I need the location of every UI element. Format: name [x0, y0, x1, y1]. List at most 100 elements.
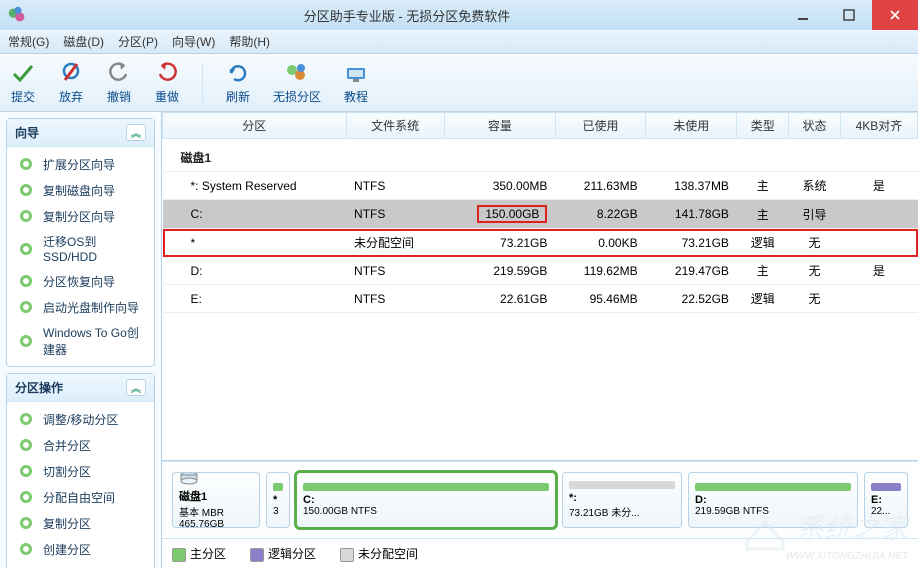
list-item-icon — [17, 410, 35, 428]
list-item-label: 切割分区 — [43, 463, 91, 480]
toolbar-check-button[interactable]: 提交 — [10, 60, 36, 105]
ops-panel-header[interactable]: 分区操作 ︽ — [7, 374, 154, 402]
partition-visual-box[interactable]: E:22... — [864, 472, 908, 528]
list-item-icon — [17, 155, 35, 173]
column-header[interactable]: 已使用 — [555, 113, 645, 139]
list-item-label: 复制分区向导 — [43, 208, 115, 225]
wizard-list: 扩展分区向导复制磁盘向导复制分区向导迁移OS到SSD/HDD 分区恢复向导启动光盘… — [7, 147, 154, 366]
list-item-icon — [17, 462, 35, 480]
partition-row[interactable]: C:NTFS150.00GB8.22GB141.78GB主引导 — [163, 200, 918, 229]
toolbar-tutorial-button[interactable]: 教程 — [343, 60, 369, 105]
minimize-button[interactable] — [780, 0, 826, 30]
column-header[interactable]: 文件系统 — [346, 113, 444, 139]
list-item-icon — [17, 540, 35, 558]
app-icon — [6, 4, 28, 26]
toolbar-undo-button[interactable]: 撤销 — [106, 60, 132, 105]
list-item-label: 分配自由空间 — [43, 489, 115, 506]
redo-icon — [154, 60, 180, 86]
discard-icon — [58, 60, 84, 86]
menu-general[interactable]: 常规(G) — [8, 33, 49, 50]
titlebar: 分区助手专业版 - 无损分区免费软件 — [0, 0, 918, 30]
list-item-label: 分区恢复向导 — [43, 273, 115, 290]
list-item-icon — [17, 181, 35, 199]
legend-item: 未分配空间 — [340, 545, 418, 562]
disk-visual-row: 磁盘1基本 MBR465.76GB*3C:150.00GB NTFS*:73.2… — [172, 472, 908, 528]
ops-list: 调整/移动分区合并分区切割分区分配自由空间复制分区创建分区更改卷标设置活动分区 — [7, 402, 154, 568]
column-header[interactable]: 分区 — [163, 113, 347, 139]
ops-item-0[interactable]: 调整/移动分区 — [7, 406, 154, 432]
partition-grid-wrap: 分区文件系统容量已使用未使用类型状态4KB对齐 磁盘1*: System Res… — [162, 112, 918, 461]
wizard-panel-header[interactable]: 向导 ︽ — [7, 119, 154, 147]
list-item-label: 复制分区 — [43, 515, 91, 532]
check-icon — [10, 60, 36, 86]
list-item-icon — [17, 207, 35, 225]
window-buttons — [780, 0, 918, 30]
partition-row[interactable]: *: System ReservedNTFS350.00MB211.63MB13… — [163, 172, 918, 200]
list-item-label: 扩展分区向导 — [43, 156, 115, 173]
disk-header-row: 磁盘1 — [163, 139, 918, 172]
wizard-item-6[interactable]: Windows To Go创建器 — [7, 320, 154, 362]
partition-row[interactable]: E:NTFS22.61GB95.46MB22.52GB逻辑无 — [163, 285, 918, 313]
toolbar-discard-button[interactable]: 放弃 — [58, 60, 84, 105]
menu-help[interactable]: 帮助(H) — [229, 33, 270, 50]
menu-wizard[interactable]: 向导(W) — [172, 33, 215, 50]
list-item-label: Windows To Go创建器 — [43, 324, 144, 358]
toolbar-refresh-button[interactable]: 刷新 — [225, 60, 251, 105]
partition-visual-box[interactable]: *:73.21GB 未分... — [562, 472, 682, 528]
partition-visual-box[interactable]: *3 — [266, 472, 290, 528]
column-header[interactable]: 未使用 — [646, 113, 737, 139]
ops-item-2[interactable]: 切割分区 — [7, 458, 154, 484]
ops-item-4[interactable]: 复制分区 — [7, 510, 154, 536]
wizard-item-5[interactable]: 启动光盘制作向导 — [7, 294, 154, 320]
wizard-item-0[interactable]: 扩展分区向导 — [7, 151, 154, 177]
refresh-icon — [225, 60, 251, 86]
column-header[interactable]: 状态 — [789, 113, 841, 139]
toolbar-label: 无损分区 — [273, 88, 321, 105]
toolbar-label: 教程 — [344, 88, 368, 105]
collapse-icon[interactable]: ︽ — [126, 124, 146, 141]
ops-item-6[interactable]: 更改卷标 — [7, 562, 154, 568]
wizard-panel-title: 向导 — [15, 124, 39, 141]
column-header[interactable]: 4KB对齐 — [840, 113, 917, 139]
close-icon — [889, 9, 901, 21]
legend-item: 逻辑分区 — [250, 545, 316, 562]
list-item-icon — [17, 240, 35, 258]
toolbar-label: 提交 — [11, 88, 35, 105]
menu-partition[interactable]: 分区(P) — [118, 33, 158, 50]
wizard-item-3[interactable]: 迁移OS到SSD/HDD — [7, 229, 154, 268]
partition-row[interactable]: D:NTFS219.59GB119.62MB219.47GB主无是 — [163, 257, 918, 285]
collapse-icon[interactable]: ︽ — [126, 379, 146, 396]
menu-disk[interactable]: 磁盘(D) — [63, 33, 104, 50]
column-header[interactable]: 类型 — [737, 113, 789, 139]
maximize-button[interactable] — [826, 0, 872, 30]
wizard-item-1[interactable]: 复制磁盘向导 — [7, 177, 154, 203]
disk-info-box[interactable]: 磁盘1基本 MBR465.76GB — [172, 472, 260, 528]
close-button[interactable] — [872, 0, 918, 30]
legend: 主分区逻辑分区未分配空间 — [162, 538, 918, 568]
toolbar-label: 刷新 — [226, 88, 250, 105]
toolbar-redo-button[interactable]: 重做 — [154, 60, 180, 105]
disk-icon — [179, 472, 253, 488]
sidebar: 向导 ︽ 扩展分区向导复制磁盘向导复制分区向导迁移OS到SSD/HDD分区恢复向… — [0, 112, 162, 568]
ops-item-1[interactable]: 合并分区 — [7, 432, 154, 458]
wizard-item-2[interactable]: 复制分区向导 — [7, 203, 154, 229]
disk-visual: 磁盘1基本 MBR465.76GB*3C:150.00GB NTFS*:73.2… — [162, 461, 918, 538]
ops-item-3[interactable]: 分配自由空间 — [7, 484, 154, 510]
wizard-item-4[interactable]: 分区恢复向导 — [7, 268, 154, 294]
list-item-icon — [17, 298, 35, 316]
undo-icon — [106, 60, 132, 86]
list-item-label: 复制磁盘向导 — [43, 182, 115, 199]
content: 向导 ︽ 扩展分区向导复制磁盘向导复制分区向导迁移OS到SSD/HDD分区恢复向… — [0, 112, 918, 568]
list-item-label: 迁移OS到SSD/HDD — [43, 233, 144, 264]
column-header[interactable]: 容量 — [444, 113, 555, 139]
toolbar-label: 重做 — [155, 88, 179, 105]
toolbar-nodamage-button[interactable]: 无损分区 — [273, 60, 321, 105]
partition-visual-box[interactable]: C:150.00GB NTFS — [296, 472, 556, 528]
partition-row[interactable]: *未分配空间73.21GB0.00KB73.21GB逻辑无 — [163, 229, 918, 257]
ops-item-5[interactable]: 创建分区 — [7, 536, 154, 562]
ops-panel: 分区操作 ︽ 调整/移动分区合并分区切割分区分配自由空间复制分区创建分区更改卷标… — [6, 373, 155, 568]
partition-grid: 分区文件系统容量已使用未使用类型状态4KB对齐 磁盘1*: System Res… — [162, 112, 918, 313]
list-item-label: 启动光盘制作向导 — [43, 299, 139, 316]
list-item-icon — [17, 332, 35, 350]
partition-visual-box[interactable]: D:219.59GB NTFS — [688, 472, 858, 528]
